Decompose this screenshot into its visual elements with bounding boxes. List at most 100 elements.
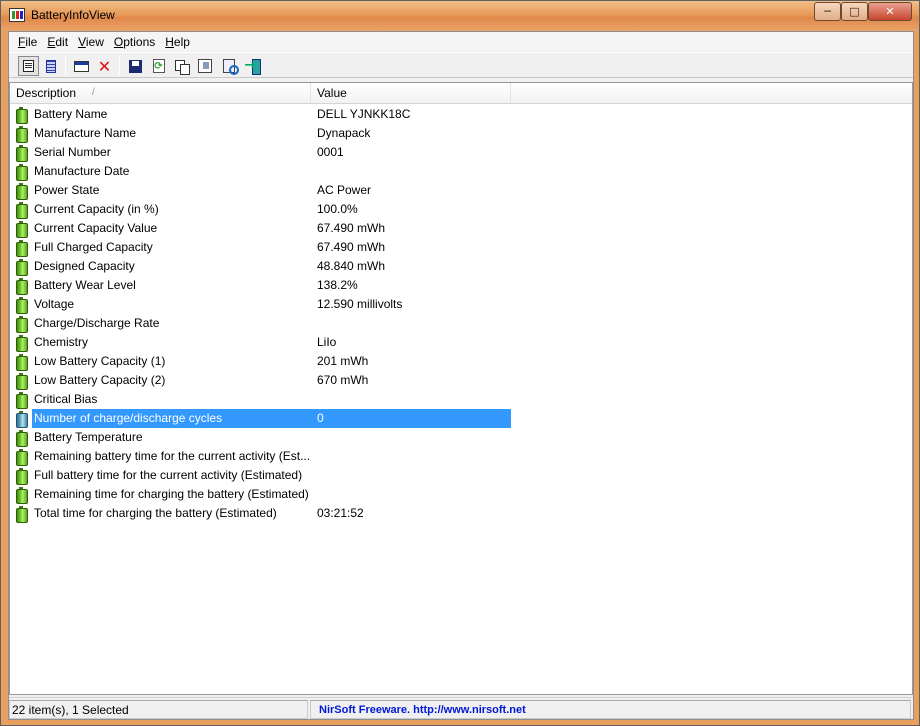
list-header: Description / Value <box>10 83 912 104</box>
close-icon: ✕ <box>885 5 895 18</box>
list-item[interactable]: Total time for charging the battery (Est… <box>10 504 912 523</box>
list-item[interactable]: Voltage 12.590 millivolts <box>10 295 912 314</box>
row-description: Remaining battery time for the current a… <box>34 449 311 463</box>
exit-icon <box>245 58 261 75</box>
row-description: Remaining time for charging the battery … <box>34 487 309 501</box>
toolbar: ✕ ⟳ <box>9 52 913 78</box>
properties-icon <box>74 60 89 72</box>
row-description: Low Battery Capacity (1) <box>34 354 166 368</box>
row-value: Dynapack <box>317 126 371 140</box>
html-report-icon <box>197 59 212 73</box>
battery-icon <box>16 373 28 390</box>
battery-icon <box>16 202 28 219</box>
status-item-count: 22 item(s), 1 Selected <box>9 700 308 719</box>
battery-icon <box>16 126 28 143</box>
delete-button[interactable]: ✕ <box>94 56 115 76</box>
list-item[interactable]: Current Capacity (in %) 100.0% <box>10 200 912 219</box>
window-title: BatteryInfoView <box>31 8 115 22</box>
battery-icon <box>16 506 28 523</box>
column-header-value[interactable]: Value <box>311 83 511 104</box>
battery-icon <box>16 354 28 371</box>
close-button[interactable]: ✕ <box>868 2 912 21</box>
battery-icon <box>16 392 28 409</box>
list-item[interactable]: Battery Name DELL YJNKK18C <box>10 105 912 124</box>
row-description: Designed Capacity <box>34 259 135 273</box>
battery-icon <box>16 487 28 504</box>
battery-icon <box>16 240 28 257</box>
list-item[interactable]: Low Battery Capacity (2) 670 mWh <box>10 371 912 390</box>
row-description: Low Battery Capacity (2) <box>34 373 166 387</box>
app-window: BatteryInfoView ─ □ ✕ File Edit View Opt… <box>0 0 920 726</box>
battery-icon <box>16 297 28 314</box>
list-item[interactable]: Remaining time for charging the battery … <box>10 485 912 504</box>
row-description: Total time for charging the battery (Est… <box>34 506 277 520</box>
menu-file[interactable]: File <box>13 35 42 49</box>
battery-icon <box>16 259 28 276</box>
list-item[interactable]: Charge/Discharge Rate <box>10 314 912 333</box>
list-item[interactable]: Serial Number 0001 <box>10 143 912 162</box>
toolbar-separator <box>119 57 120 75</box>
menu-edit[interactable]: Edit <box>42 35 73 49</box>
list-item[interactable]: Manufacture Date <box>10 162 912 181</box>
save-button[interactable] <box>125 56 146 76</box>
copy-button[interactable] <box>171 56 192 76</box>
report-view-button[interactable] <box>18 56 39 76</box>
list-item[interactable]: Full battery time for the current activi… <box>10 466 912 485</box>
battery-icon <box>16 278 28 295</box>
delete-icon: ✕ <box>97 56 112 76</box>
list-item[interactable]: Full Charged Capacity 67.490 mWh <box>10 238 912 257</box>
list-rows: Battery Name DELL YJNKK18C Manufacture Nam… <box>10 105 912 523</box>
list-item[interactable]: Manufacture Name Dynapack <box>10 124 912 143</box>
row-description: Serial Number <box>34 145 111 159</box>
row-value: 67.490 mWh <box>317 221 386 235</box>
list-item[interactable]: Battery Wear Level 138.2% <box>10 276 912 295</box>
row-description: Manufacture Date <box>34 164 130 178</box>
row-value: 201 mWh <box>317 354 369 368</box>
row-value: 67.490 mWh <box>317 240 386 254</box>
find-button[interactable] <box>219 56 240 76</box>
properties-button[interactable] <box>71 56 92 76</box>
nirsoft-link[interactable]: NirSoft Freeware. http://www.nirsoft.net <box>310 700 911 719</box>
html-report-button[interactable] <box>194 56 215 76</box>
column-header-description[interactable]: Description / <box>10 83 311 104</box>
battery-info-list[interactable]: Description / Value Battery Name DELL YJN… <box>9 82 913 695</box>
maximize-button[interactable]: □ <box>841 2 868 21</box>
list-item[interactable]: Current Capacity Value 67.490 mWh <box>10 219 912 238</box>
row-description: Chemistry <box>34 335 89 349</box>
menu-options[interactable]: Options <box>109 35 160 49</box>
list-item[interactable]: Number of charge/discharge cycles 0 <box>10 409 912 428</box>
menu-view[interactable]: View <box>73 35 109 49</box>
row-value: 48.840 mWh <box>317 259 386 273</box>
minimize-button[interactable]: ─ <box>814 2 841 21</box>
row-description: Power State <box>34 183 100 197</box>
exit-button[interactable] <box>242 56 263 76</box>
refresh-button[interactable]: ⟳ <box>148 56 169 76</box>
list-item[interactable]: Power State AC Power <box>10 181 912 200</box>
battery-app-icon <box>9 8 25 22</box>
title-bar[interactable]: BatteryInfoView ─ □ ✕ <box>1 1 919 31</box>
battery-icon <box>16 107 28 124</box>
maximize-icon: □ <box>849 5 860 18</box>
list-item[interactable]: Designed Capacity 48.840 mWh <box>10 257 912 276</box>
row-value: DELL YJNKK18C <box>317 107 411 121</box>
row-description: Full Charged Capacity <box>34 240 153 254</box>
row-description: Critical Bias <box>34 392 98 406</box>
toolbar-separator <box>65 57 66 75</box>
row-value: 0 <box>317 411 324 425</box>
battery-icon <box>16 221 28 238</box>
list-view-button[interactable] <box>40 56 61 76</box>
status-bar: 22 item(s), 1 Selected NirSoft Freeware.… <box>9 697 913 719</box>
battery-icon <box>16 449 28 466</box>
row-value: AC Power <box>317 183 372 197</box>
row-value: 138.2% <box>317 278 358 292</box>
row-value: 0001 <box>317 145 344 159</box>
list-item[interactable]: Remaining battery time for the current a… <box>10 447 912 466</box>
row-value: 12.590 millivolts <box>317 297 403 311</box>
report-view-icon <box>23 60 34 72</box>
list-item[interactable]: Chemistry LiIo <box>10 333 912 352</box>
list-item[interactable]: Critical Bias <box>10 390 912 409</box>
menu-help[interactable]: Help <box>160 35 195 49</box>
list-item[interactable]: Battery Temperature <box>10 428 912 447</box>
list-item[interactable]: Low Battery Capacity (1) 201 mWh <box>10 352 912 371</box>
list-view-icon <box>45 59 56 73</box>
